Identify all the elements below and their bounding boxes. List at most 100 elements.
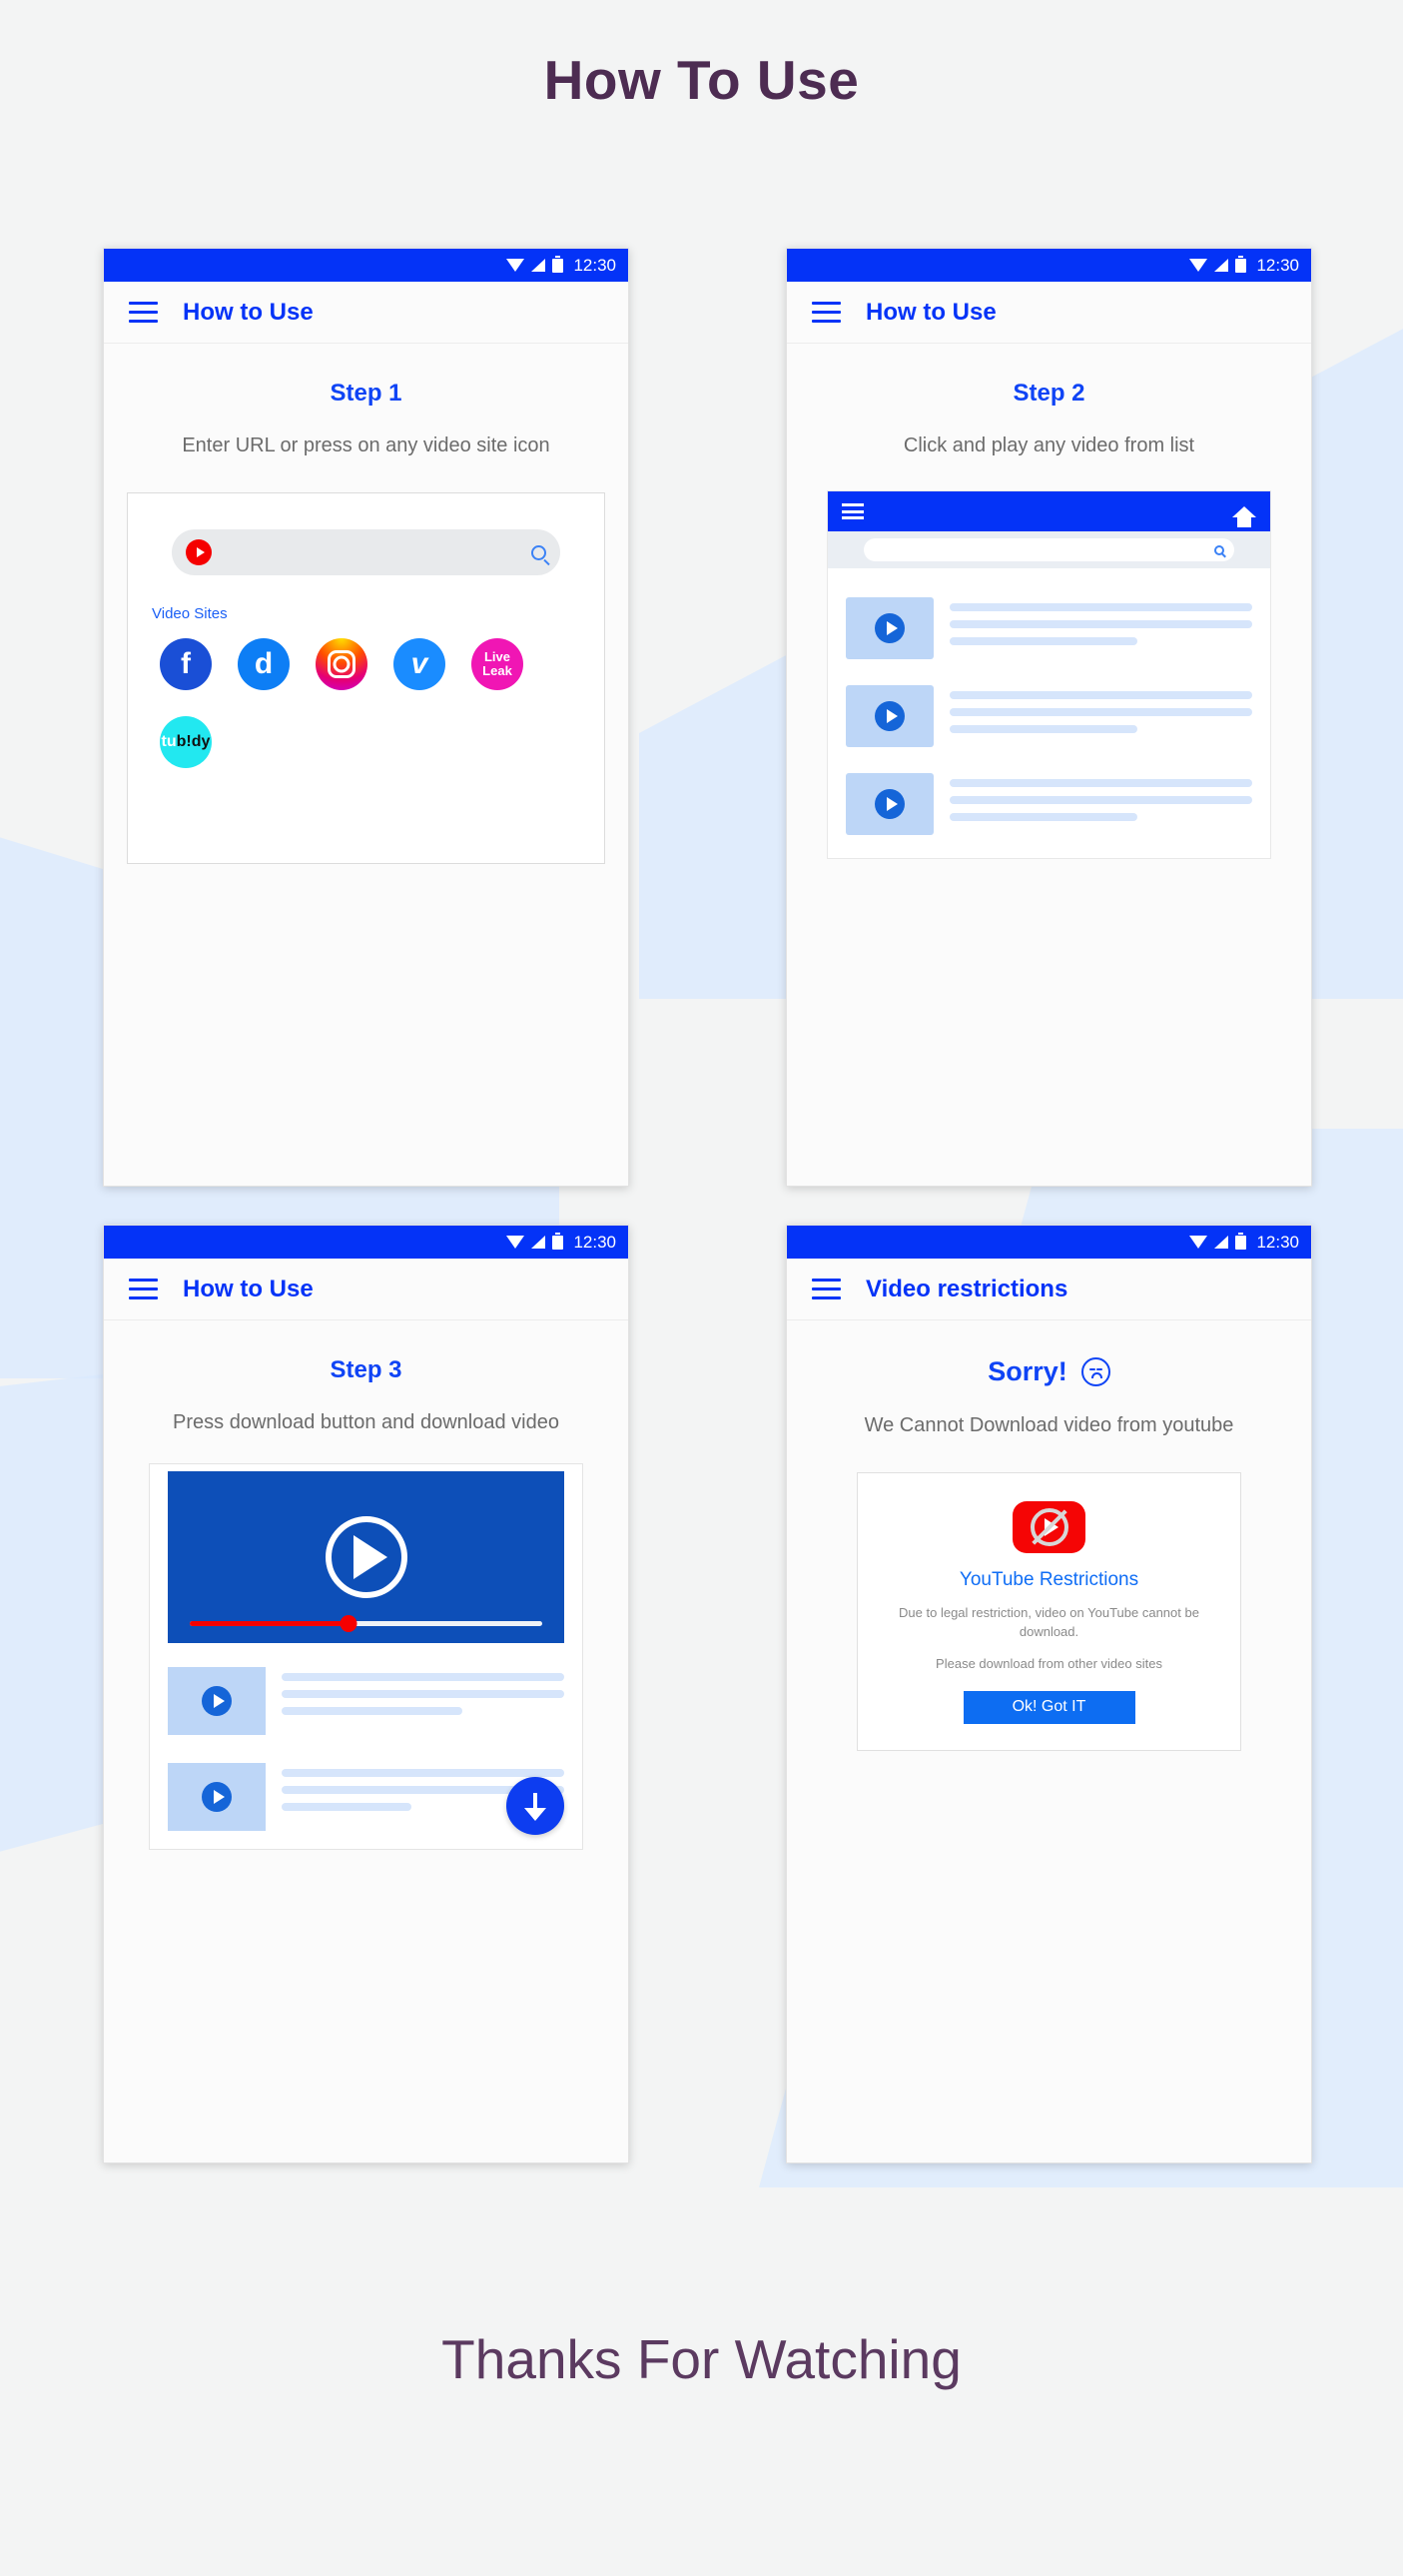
sorry-heading: Sorry! — [787, 1356, 1311, 1387]
status-bar: 12:30 — [104, 249, 628, 282]
preview-search-area — [828, 531, 1270, 568]
signal-icon — [531, 259, 546, 272]
app-bar-title: How to Use — [183, 1275, 314, 1302]
app-bar-title: Video restrictions — [866, 1275, 1068, 1302]
wifi-icon — [506, 259, 525, 272]
battery-icon — [552, 1232, 564, 1250]
battery-icon — [1235, 1232, 1247, 1250]
app-bar: How to Use — [104, 282, 628, 344]
progress-knob — [340, 1615, 357, 1632]
sorry-text: Sorry! — [988, 1356, 1067, 1386]
list-item[interactable] — [150, 1653, 582, 1749]
app-bar: How to Use — [787, 282, 1311, 344]
video-thumbnail — [168, 1667, 266, 1735]
phone-mockup-step2: 12:30 How to Use Step 2 Click and play a… — [786, 248, 1312, 1187]
dialog-title: YouTube Restrictions — [959, 1569, 1139, 1590]
battery-icon — [1235, 255, 1247, 273]
list-item[interactable] — [828, 584, 1270, 672]
app-bar-title: How to Use — [183, 298, 314, 326]
wifi-icon — [1189, 259, 1208, 272]
app-bar: Video restrictions — [787, 1259, 1311, 1320]
instagram-icon[interactable] — [316, 638, 367, 690]
status-bar: 12:30 — [787, 249, 1311, 282]
download-button[interactable] — [506, 1777, 564, 1835]
video-list — [150, 1643, 582, 1849]
video-meta — [950, 597, 1252, 659]
hamburger-menu-icon[interactable] — [812, 1279, 841, 1299]
poster-page: How To Use 12:30 How to Use Step 1 Enter… — [0, 0, 1403, 2576]
phone-mockup-step1: 12:30 How to Use Step 1 Enter URL or pre… — [103, 248, 629, 1187]
video-thumbnail — [846, 597, 934, 659]
step-title: Step 1 — [330, 380, 402, 407]
dialog-body: Due to legal restriction, video on YouTu… — [899, 1605, 1199, 1639]
search-input[interactable] — [172, 529, 560, 575]
progress-bar[interactable] — [190, 1615, 542, 1632]
preview-app-bar — [828, 491, 1270, 531]
video-meta — [950, 685, 1252, 747]
hamburger-menu-icon[interactable] — [842, 503, 864, 519]
footer-text: Thanks For Watching — [441, 2328, 962, 2390]
phone-mockup-step3: 12:30 How to Use Step 3 Press download b… — [103, 1225, 629, 2163]
liveleak-icon[interactable]: Live Leak — [471, 638, 523, 690]
video-player[interactable] — [168, 1471, 564, 1643]
tubidy-icon[interactable]: tu b!dy — [160, 716, 212, 768]
hamburger-menu-icon[interactable] — [812, 302, 841, 323]
sorry-description: We Cannot Download video from youtube — [864, 1414, 1234, 1436]
video-player-card — [149, 1463, 583, 1850]
hamburger-menu-icon[interactable] — [129, 1279, 158, 1299]
play-icon[interactable] — [875, 701, 905, 731]
play-icon[interactable] — [325, 1516, 407, 1598]
status-time: 12:30 — [1256, 255, 1299, 275]
status-time: 12:30 — [573, 255, 616, 275]
status-time: 12:30 — [573, 1232, 616, 1252]
youtube-icon — [186, 539, 212, 565]
step-title: Step 2 — [1013, 380, 1085, 407]
wifi-icon — [1189, 1236, 1208, 1249]
search-icon[interactable] — [531, 544, 546, 560]
dialog-body-secondary: Please download from other video sites — [936, 1655, 1162, 1671]
step-description: Click and play any video from list — [903, 434, 1195, 456]
browser-preview-card: Video Sites f d v Live Leak tu b!dy — [127, 492, 605, 864]
search-input[interactable] — [864, 538, 1234, 561]
download-arrow-icon — [524, 1793, 546, 1821]
play-icon[interactable] — [875, 613, 905, 643]
facebook-icon[interactable]: f — [160, 638, 212, 690]
youtube-restrictions-dialog: YouTube Restrictions Due to legal restri… — [857, 1472, 1241, 1751]
ok-got-it-button[interactable]: Ok! Got IT — [963, 1690, 1135, 1724]
play-icon[interactable] — [202, 1782, 232, 1812]
play-icon[interactable] — [875, 789, 905, 819]
vimeo-icon[interactable]: v — [393, 638, 445, 690]
search-icon[interactable] — [1214, 544, 1224, 555]
hamburger-menu-icon[interactable] — [129, 302, 158, 323]
status-bar: 12:30 — [787, 1226, 1311, 1259]
app-bar-title: How to Use — [866, 298, 997, 326]
step-title: Step 3 — [330, 1356, 402, 1383]
video-thumbnail — [846, 773, 934, 835]
battery-icon — [552, 255, 564, 273]
video-meta — [282, 1667, 564, 1735]
page-title: How To Use — [543, 49, 860, 111]
signal-icon — [531, 1236, 546, 1249]
dailymotion-icon[interactable]: d — [238, 638, 290, 690]
app-bar: How to Use — [104, 1259, 628, 1320]
signal-icon — [1214, 1236, 1229, 1249]
app-preview-card — [827, 490, 1271, 859]
signal-icon — [1214, 259, 1229, 272]
play-icon[interactable] — [202, 1686, 232, 1716]
list-item[interactable] — [828, 760, 1270, 848]
video-meta — [950, 773, 1252, 835]
video-sites-label: Video Sites — [152, 605, 228, 622]
status-time: 12:30 — [1256, 1232, 1299, 1252]
video-thumbnail — [846, 685, 934, 747]
video-list — [828, 568, 1270, 858]
video-thumbnail — [168, 1763, 266, 1831]
progress-fill — [190, 1621, 349, 1626]
home-icon[interactable] — [1232, 505, 1256, 527]
phone-mockup-restrictions: 12:30 Video restrictions Sorry! We Canno… — [786, 1225, 1312, 2163]
youtube-blocked-icon — [1013, 1501, 1085, 1553]
sad-face-icon — [1080, 1357, 1110, 1386]
step-description: Enter URL or press on any video site ico… — [182, 434, 550, 456]
wifi-icon — [506, 1236, 525, 1249]
video-sites-grid: f d v Live Leak tu b!dy — [150, 638, 582, 768]
list-item[interactable] — [828, 672, 1270, 760]
